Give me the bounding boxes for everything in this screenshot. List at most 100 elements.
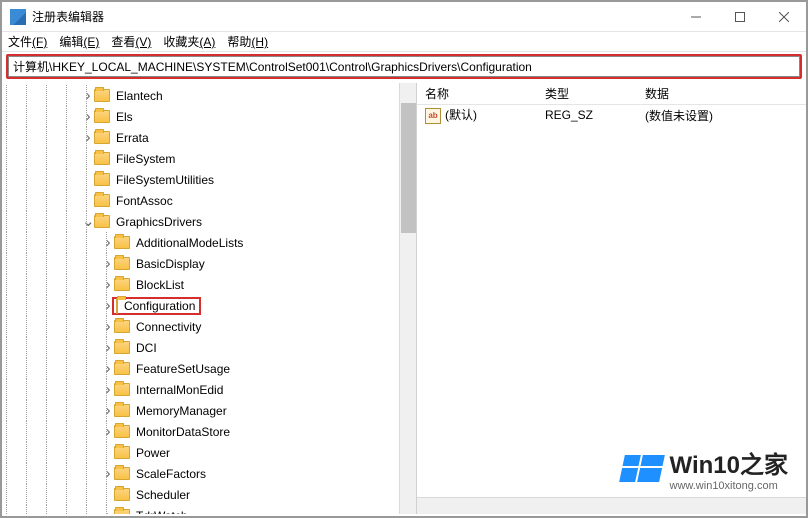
tree-item[interactable]: › ScaleFactors [2,463,416,484]
menu-bar: 文件(F) 编辑(E) 查看(V) 收藏夹(A) 帮助(H) [2,32,806,52]
tree-item[interactable]: FontAssoc [2,190,416,211]
tree-item[interactable]: Scheduler [2,484,416,505]
tree-item[interactable]: FileSystem [2,148,416,169]
tree-label: AdditionalModeLists [134,236,245,250]
tree-label: ScaleFactors [134,467,208,481]
folder-icon [114,446,130,459]
tree-label: Connectivity [134,320,203,334]
tree-label: MemoryManager [134,404,229,418]
folder-icon [114,236,130,249]
tree-label: FeatureSetUsage [134,362,232,376]
app-icon [10,9,26,25]
list-row[interactable]: ab (默认) REG_SZ (数值未设置) [417,105,806,125]
menu-view[interactable]: 查看(V) [111,33,151,50]
col-data[interactable]: 数据 [637,85,806,102]
string-value-icon: ab [425,108,441,124]
expand-icon[interactable]: › [102,321,114,332]
tree-item[interactable]: › DCI [2,337,416,358]
tree-label: FileSystemUtilities [114,173,216,187]
col-name[interactable]: 名称 [417,85,537,102]
value-type: REG_SZ [537,108,637,122]
tree-item[interactable]: FileSystemUtilities [2,169,416,190]
folder-icon [114,362,130,375]
menu-help[interactable]: 帮助(H) [227,33,268,50]
folder-icon [94,110,110,123]
expand-icon[interactable]: › [102,279,114,290]
folder-icon [114,257,130,270]
folder-icon [116,298,118,314]
col-type[interactable]: 类型 [537,85,637,102]
tree-label: Power [134,446,172,460]
expand-icon[interactable]: › [82,132,94,143]
expand-icon[interactable]: › [102,237,114,248]
folder-icon [94,173,110,186]
address-bar[interactable] [8,56,800,77]
tree-item[interactable]: ⌄ GraphicsDrivers [2,211,416,232]
list-header: 名称 类型 数据 [417,83,806,105]
value-name: (默认) [445,108,477,122]
folder-icon [114,509,130,514]
tree-item[interactable]: › MemoryManager [2,400,416,421]
tree-label: BasicDisplay [134,257,207,271]
expand-icon[interactable]: › [102,510,114,514]
tree-label: DCI [134,341,159,355]
tree-item[interactable]: › Elantech [2,85,416,106]
tree-label: InternalMonEdid [134,383,225,397]
folder-icon [94,152,110,165]
tree-label: FileSystem [114,152,177,166]
folder-icon [114,383,130,396]
expand-icon[interactable]: › [102,363,114,374]
tree-item[interactable]: › Els [2,106,416,127]
tree-scrollbar[interactable] [399,83,416,514]
tree-label: Els [114,110,135,124]
tree-label: Errata [114,131,151,145]
folder-icon [114,278,130,291]
tree-label: GraphicsDrivers [114,215,204,229]
maximize-button[interactable] [718,2,762,32]
folder-icon [114,341,130,354]
expand-icon[interactable]: › [102,258,114,269]
tree-item[interactable]: › BasicDisplay [2,253,416,274]
folder-icon [114,320,130,333]
tree-item[interactable]: Power [2,442,416,463]
tree-item[interactable]: › TdrWatch [2,505,416,514]
tree-item[interactable]: › AdditionalModeLists [2,232,416,253]
menu-favorites[interactable]: 收藏夹(A) [163,33,215,50]
folder-icon [94,131,110,144]
menu-edit[interactable]: 编辑(E) [59,33,99,50]
tree-view[interactable]: › Elantech › Els › Errata FileSystem FileSystem… [2,83,416,514]
scroll-thumb[interactable] [401,103,416,233]
folder-icon [94,215,110,228]
menu-file[interactable]: 文件(F) [8,33,47,50]
folder-icon [94,89,110,102]
tree-item[interactable]: › MonitorDataStore [2,421,416,442]
tree-label: Scheduler [134,488,192,502]
value-data: (数值未设置) [637,107,806,124]
tree-item[interactable]: ›Configuration [2,295,416,316]
folder-icon [114,404,130,417]
folder-icon [114,488,130,501]
tree-item[interactable]: › Connectivity [2,316,416,337]
minimize-button[interactable] [674,2,718,32]
tree-item[interactable]: › FeatureSetUsage [2,358,416,379]
tree-item[interactable]: › InternalMonEdid [2,379,416,400]
expand-icon[interactable]: › [102,468,114,479]
expand-icon[interactable]: › [102,384,114,395]
tree-label: Elantech [114,89,165,103]
expand-icon[interactable]: › [82,90,94,101]
selected-item-highlight: Configuration [112,297,201,315]
tree-item[interactable]: › Errata [2,127,416,148]
expand-icon[interactable]: › [82,111,94,122]
tree-item[interactable]: ›BlockList [2,274,416,295]
collapse-icon[interactable]: ⌄ [82,216,94,227]
expand-icon[interactable]: › [102,342,114,353]
tree-label: TdrWatch [134,509,190,515]
expand-icon[interactable]: › [102,405,114,416]
tree-label: MonitorDataStore [134,425,232,439]
expand-icon[interactable]: › [102,426,114,437]
folder-icon [114,467,130,480]
path-highlight [6,54,802,79]
list-h-scrollbar[interactable] [417,497,806,514]
close-button[interactable] [762,2,806,32]
tree-label: FontAssoc [114,194,175,208]
